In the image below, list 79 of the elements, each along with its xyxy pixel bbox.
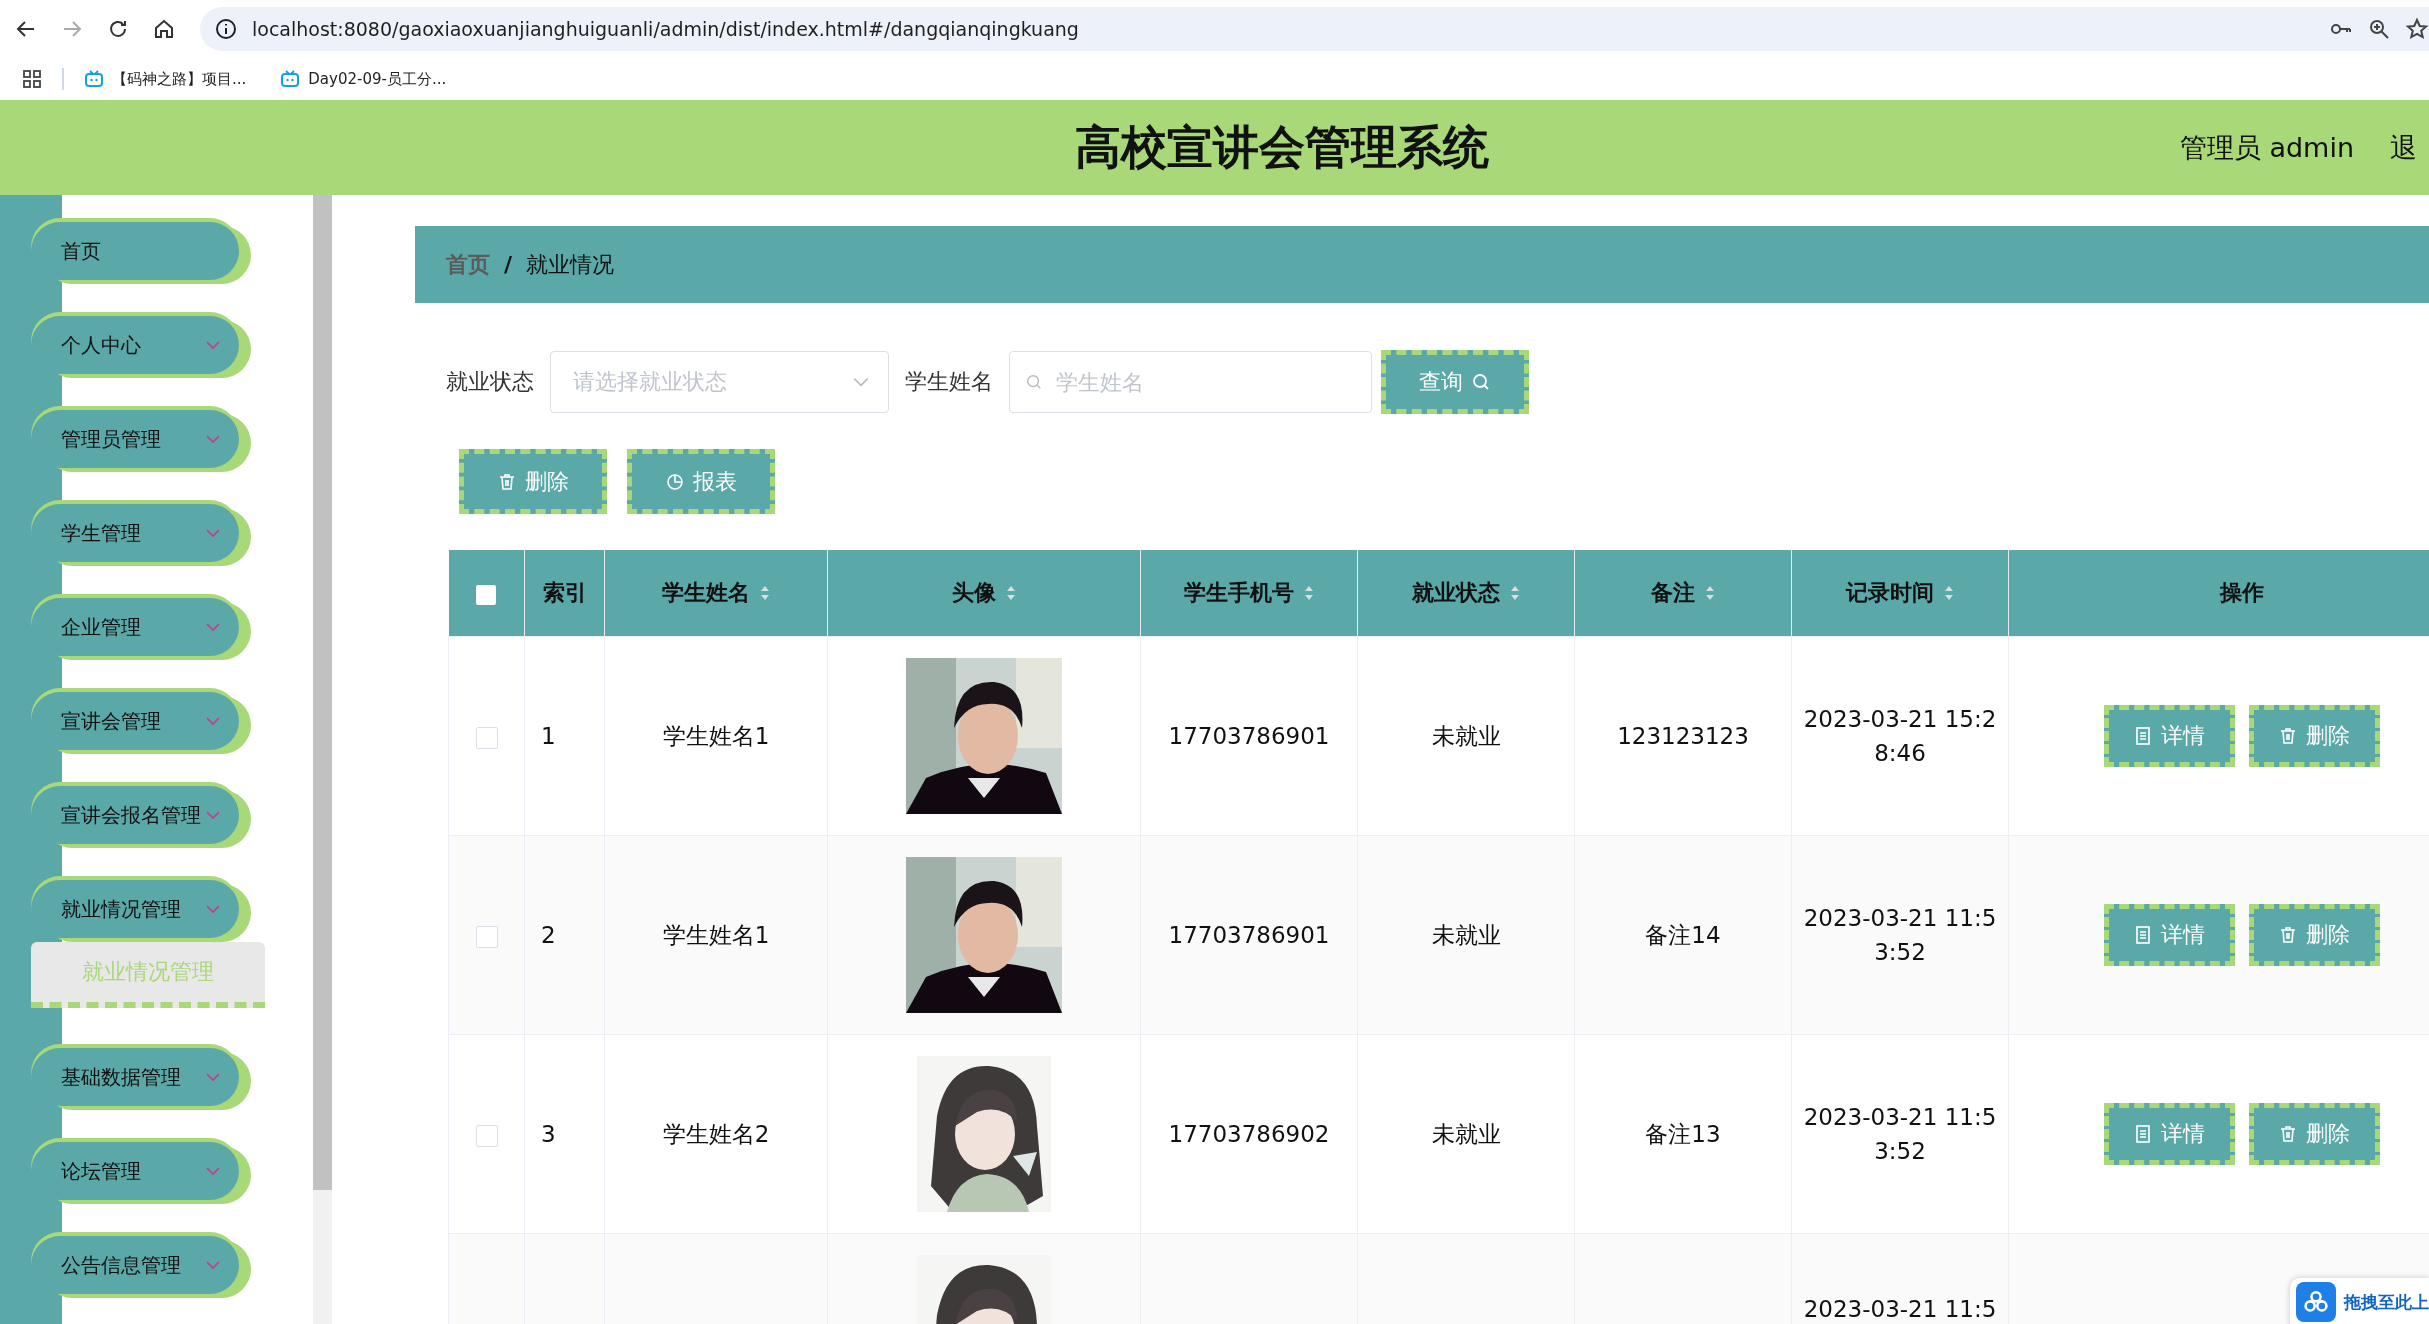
- table-cell: 17703786902: [1168, 1121, 1330, 1147]
- field-label: 就业状态: [446, 368, 534, 396]
- tv-icon: [84, 69, 104, 89]
- chevron-icon: [205, 340, 221, 350]
- table-cell-text: 2023-03-21 11:53:52: [1803, 903, 1997, 967]
- chevron-icon: [205, 904, 221, 914]
- document-icon: [2133, 1124, 2153, 1144]
- upload-text: 拖拽至此上: [2344, 1290, 2429, 1314]
- zoom-icon[interactable]: [2367, 17, 2391, 41]
- row-checkbox[interactable]: [475, 726, 498, 749]
- chevron-icon: [205, 716, 221, 726]
- sort-icon[interactable]: [1944, 585, 1954, 601]
- trash-icon: [2278, 925, 2298, 945]
- column-header: 操作: [2219, 579, 2264, 607]
- table-cell: 未就业: [1431, 722, 1501, 749]
- breadcrumb-current: 就业情况: [526, 250, 615, 279]
- document-icon: [2133, 726, 2153, 746]
- search-icon: [1025, 373, 1043, 391]
- table-cell: 备注14: [1645, 921, 1721, 948]
- scrollbar-thumb[interactable]: [313, 195, 332, 1190]
- bookmark[interactable]: Day02-09-员工分...: [280, 69, 447, 89]
- logout-link[interactable]: 退: [2390, 129, 2417, 166]
- table-cell: 17703786901: [1168, 723, 1330, 749]
- table-cell: 3: [541, 1121, 556, 1147]
- url-text: localhost:8080/gaoxiaoxuanjianghuiguanli/admin/dist/index.html#/dangqianqingkuang: [252, 18, 1079, 40]
- sort-icon[interactable]: [760, 585, 770, 601]
- sort-icon[interactable]: [1304, 585, 1314, 601]
- breadcrumb-separator: /: [504, 252, 513, 277]
- sort-icon[interactable]: [1705, 585, 1715, 601]
- name-input-field[interactable]: 学生姓名: [1009, 351, 1372, 413]
- app-title: 高校宣讲会管理系统: [1074, 118, 1489, 176]
- column-header[interactable]: 备注: [1651, 578, 1715, 608]
- table-cell: 学生姓名1: [662, 722, 770, 749]
- column-header[interactable]: 学生姓名: [662, 578, 770, 608]
- chevron-icon: [205, 1166, 221, 1176]
- column-header[interactable]: 记录时间: [1846, 578, 1954, 608]
- table-cell: 未就业: [1431, 1120, 1501, 1147]
- column-header: 索引: [542, 579, 587, 607]
- table-cell-text: 2023-03-21 11:5: [1803, 1294, 1997, 1324]
- table-cell: 17703786901: [1168, 922, 1330, 948]
- document-icon: [2133, 925, 2153, 945]
- upload-hint[interactable]: 拖拽至此上: [2290, 1278, 2429, 1324]
- table-cell: 2: [541, 922, 556, 948]
- trash-icon: [2278, 726, 2298, 746]
- table-cell: 1: [541, 723, 556, 749]
- user-label: 管理员 admin: [2179, 130, 2354, 165]
- table-cell: 学生姓名1: [662, 921, 770, 948]
- row-checkbox[interactable]: [475, 925, 498, 948]
- sort-icon[interactable]: [1510, 585, 1520, 601]
- trash-icon: [2278, 1124, 2298, 1144]
- field-label: 学生姓名: [905, 368, 993, 396]
- table-cell: 学生姓名2: [662, 1120, 770, 1147]
- chevron-icon: [205, 622, 221, 632]
- sort-icon[interactable]: [1006, 585, 1016, 601]
- table-cell-text: 2023-03-21 15:28:46: [1803, 704, 1997, 768]
- info-icon: [214, 17, 238, 41]
- column-header[interactable]: 头像: [952, 578, 1016, 608]
- table-cell-text: 2023-03-21 11:53:52: [1803, 1102, 1997, 1166]
- table-cell: 未就业: [1431, 921, 1501, 948]
- circles-icon: [2296, 1282, 2336, 1322]
- star-icon[interactable]: [2405, 17, 2429, 41]
- chevron-icon: [205, 434, 221, 444]
- table-cell: 备注13: [1645, 1120, 1721, 1147]
- bookmark[interactable]: 【码神之路】项目...: [84, 69, 247, 89]
- select-all-checkbox[interactable]: [476, 584, 497, 605]
- apps-icon[interactable]: [22, 69, 42, 89]
- pie-chart-icon: [665, 471, 685, 492]
- tv-icon: [280, 69, 301, 89]
- home-icon[interactable]: [152, 17, 176, 41]
- chevron-icon: [205, 810, 221, 820]
- chevron-icon: [205, 1072, 221, 1082]
- chevron-icon: [205, 528, 221, 538]
- chevron-icon: [205, 1260, 221, 1270]
- address-bar[interactable]: localhost:8080/gaoxiaoxuanjianghuiguanli/admin/dist/index.html#/dangqianqingkuang: [200, 7, 2429, 51]
- column-header[interactable]: 就业状态: [1412, 578, 1520, 608]
- trash-icon: [497, 471, 517, 492]
- table-cell: 123123123: [1617, 723, 1749, 749]
- row-checkbox[interactable]: [475, 1124, 498, 1147]
- search-icon: [1471, 372, 1491, 392]
